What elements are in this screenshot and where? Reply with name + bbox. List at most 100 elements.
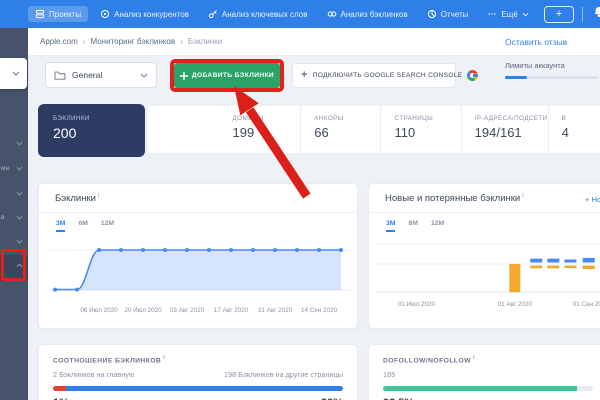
projects-icon (35, 9, 45, 19)
chevron-down-icon (16, 166, 23, 171)
app-window: Проекты Анализ конкурентов Анализ ключевых… (0, 0, 600, 400)
dofollow-bar-fill (383, 386, 577, 391)
sidebar-item-label: в (1, 214, 5, 221)
stat-value: 110 (394, 125, 460, 140)
card-title-row: Новые и потерянные бэклинкиi + Новые (369, 184, 600, 213)
tab-12m[interactable]: 12M (431, 220, 444, 232)
card-title-row: Бэклинкиi (39, 184, 357, 213)
tab-3m[interactable]: 3M (56, 220, 65, 232)
tab-12m[interactable]: 12M (101, 220, 114, 232)
ratio-bar-other (66, 386, 343, 391)
top-nav-items: Проекты Анализ конкурентов Анализ ключевых… (28, 6, 541, 22)
dofollow-count-row: 185 (383, 370, 593, 379)
tab-3m[interactable]: 3M (386, 220, 395, 232)
backlinks-ratio-card: СООТНОШЕНИЕ БЭКЛИНКОВi 2 Бэклинков на гл… (38, 344, 358, 400)
stats-row: БЭКЛИНКИ200ДОМЕНЫ199АНКОРЫ66СТРАНИЦЫ110I… (148, 106, 600, 153)
nav-item-label: Проекты (49, 10, 81, 19)
connect-gsc-label: ПОДКЛЮЧИТЬ GOOGLE SEARCH CONSOLE (313, 72, 463, 79)
svg-text:01 Авг 2020: 01 Авг 2020 (498, 301, 533, 308)
nav-divider (582, 7, 583, 22)
chevron-down-icon (522, 12, 529, 17)
nav-item-ещё[interactable]: Ещё (480, 6, 535, 22)
svg-text:01 Июл 2020: 01 Июл 2020 (398, 301, 436, 308)
add-backlinks-button[interactable]: ДОБАВИТЬ БЭКЛИНКИ (174, 63, 280, 88)
more-icon (487, 9, 497, 19)
nav-item-анализ-ключевых-слов[interactable]: Анализ ключевых слов (201, 6, 315, 22)
folder-select-value: General (72, 70, 134, 80)
svg-text:31 Авг 2020: 31 Авг 2020 (258, 307, 293, 314)
stat-card-анкоры[interactable]: АНКОРЫ66 (301, 106, 381, 153)
notifications-icon[interactable] (591, 5, 600, 23)
new-backlinks-link[interactable]: + Новые (585, 195, 600, 204)
stat-value: 200 (53, 125, 145, 141)
account-limits-bar[interactable] (505, 76, 598, 79)
stat-card-ip-адреса/подсети[interactable]: IP-АДРЕСА/ПОДСЕТИ194/161 (462, 106, 549, 153)
stat-value: 4 (562, 125, 600, 140)
card-title: Новые и потерянные бэклинкиi (385, 193, 524, 204)
stat-card-backlinks[interactable]: БЭКЛИНКИ 200 (38, 104, 145, 157)
stat-label: ДОМЕНЫ (233, 115, 301, 122)
nav-item-label: Анализ конкурентов (114, 10, 189, 19)
sidebar-item[interactable]: ме (0, 158, 28, 180)
feedback-link[interactable]: Оставить отзыв (505, 37, 567, 47)
folder-select[interactable]: General (45, 62, 157, 88)
stat-card-страницы[interactable]: СТРАНИЦЫ 110 (381, 106, 461, 153)
chevron-down-icon (16, 239, 23, 244)
plus-icon (180, 72, 188, 80)
nav-item-label: Отчеты (441, 10, 469, 19)
sidebar-item[interactable] (0, 183, 28, 205)
keywords-icon (208, 9, 218, 19)
nav-item-отчеты[interactable]: Отчеты (420, 6, 476, 22)
sidebar-domain-select[interactable] (0, 58, 27, 89)
top-nav: Проекты Анализ конкурентов Анализ ключевых… (0, 0, 600, 28)
ratio-labels: 2 Бэклинков на главную 198 Бэклинков на … (53, 370, 343, 379)
svg-text:06 Июл 2020: 06 Июл 2020 (80, 307, 118, 314)
nav-item-label: Анализ ключевых слов (222, 10, 308, 19)
card-title: СООТНОШЕНИЕ БЭКЛИНКОВi (53, 355, 343, 364)
dofollow-card: DOFOLLOW/NOFOLLOWi 185 92.5% (368, 344, 600, 400)
backlinks-icon (327, 9, 337, 19)
period-tabs: 3M 6M 12M (56, 220, 114, 232)
svg-text:20 Июл 2020: 20 Июл 2020 (124, 307, 162, 314)
nav-item-проекты[interactable]: Проекты (28, 6, 88, 22)
stat-card-домены[interactable]: ДОМЕНЫ199 (220, 106, 302, 153)
new-lost-chart-card: Новые и потерянные бэклинкиi + Новые 3M 6… (368, 183, 600, 329)
period-tabs: 3M 6M 12M (386, 220, 444, 232)
svg-text:03 Авг 2020: 03 Авг 2020 (170, 307, 205, 314)
info-icon: i (473, 355, 475, 361)
stat-label: СТРАНИЦЫ (394, 115, 460, 122)
info-icon: i (522, 193, 523, 199)
breadcrumb-item[interactable]: Apple.com (40, 37, 78, 46)
add-backlinks-label: ДОБАВИТЬ БЭКЛИНКИ (192, 72, 274, 79)
card-title: Бэклинкиi (55, 193, 99, 204)
plus-icon: + (301, 70, 308, 81)
nav-item-анализ-бэклинков[interactable]: Анализ бэклинков (320, 6, 415, 22)
annotation-highlight-box: ДОБАВИТЬ БЭКЛИНКИ (170, 59, 284, 92)
breadcrumb: Apple.com›Мониторинг бэклинков›Бэклинки (40, 37, 222, 46)
tab-6m[interactable]: 6M (78, 220, 87, 232)
stat-label: БЭКЛИНКИ (53, 115, 145, 122)
breadcrumb-separator: › (83, 37, 86, 46)
stat-card-в[interactable]: В4 (549, 106, 600, 153)
create-project-button[interactable]: + (544, 6, 574, 23)
ratio-bar (53, 386, 343, 391)
nav-item-label: Ещё (501, 10, 517, 19)
connect-gsc-button[interactable]: + ПОДКЛЮЧИТЬ GOOGLE SEARCH CONSOLE (292, 63, 456, 88)
sidebar-item[interactable]: в (0, 207, 28, 229)
breadcrumb-row: Apple.com›Мониторинг бэклинков›Бэклинки … (28, 28, 600, 56)
nav-item-анализ-конкурентов[interactable]: Анализ конкурентов (93, 6, 196, 22)
stat-value: 194/161 (475, 125, 548, 140)
sidebar-item[interactable] (0, 133, 28, 155)
breadcrumb-item[interactable]: Мониторинг бэклинков (90, 37, 175, 46)
backlinks-area-chart: 06 Июл 202020 Июл 202003 Авг 202017 Авг … (45, 234, 353, 326)
breadcrumb-separator: › (180, 37, 183, 46)
backlinks-chart-card: Бэклинкиi 3M 6M 12M 06 Июл 2020 20 Июл 2020… (38, 183, 358, 329)
chevron-down-icon (16, 215, 23, 220)
new-lost-bar-chart: 01 Июл 202001 Авг 202001 Сен 2020 (375, 234, 600, 326)
competitors-icon (100, 9, 110, 19)
folder-icon (54, 70, 66, 80)
chevron-down-icon (16, 191, 23, 196)
tab-6m[interactable]: 6M (408, 220, 417, 232)
stat-label: АНКОРЫ (314, 115, 380, 122)
chevron-down-icon (16, 141, 23, 146)
